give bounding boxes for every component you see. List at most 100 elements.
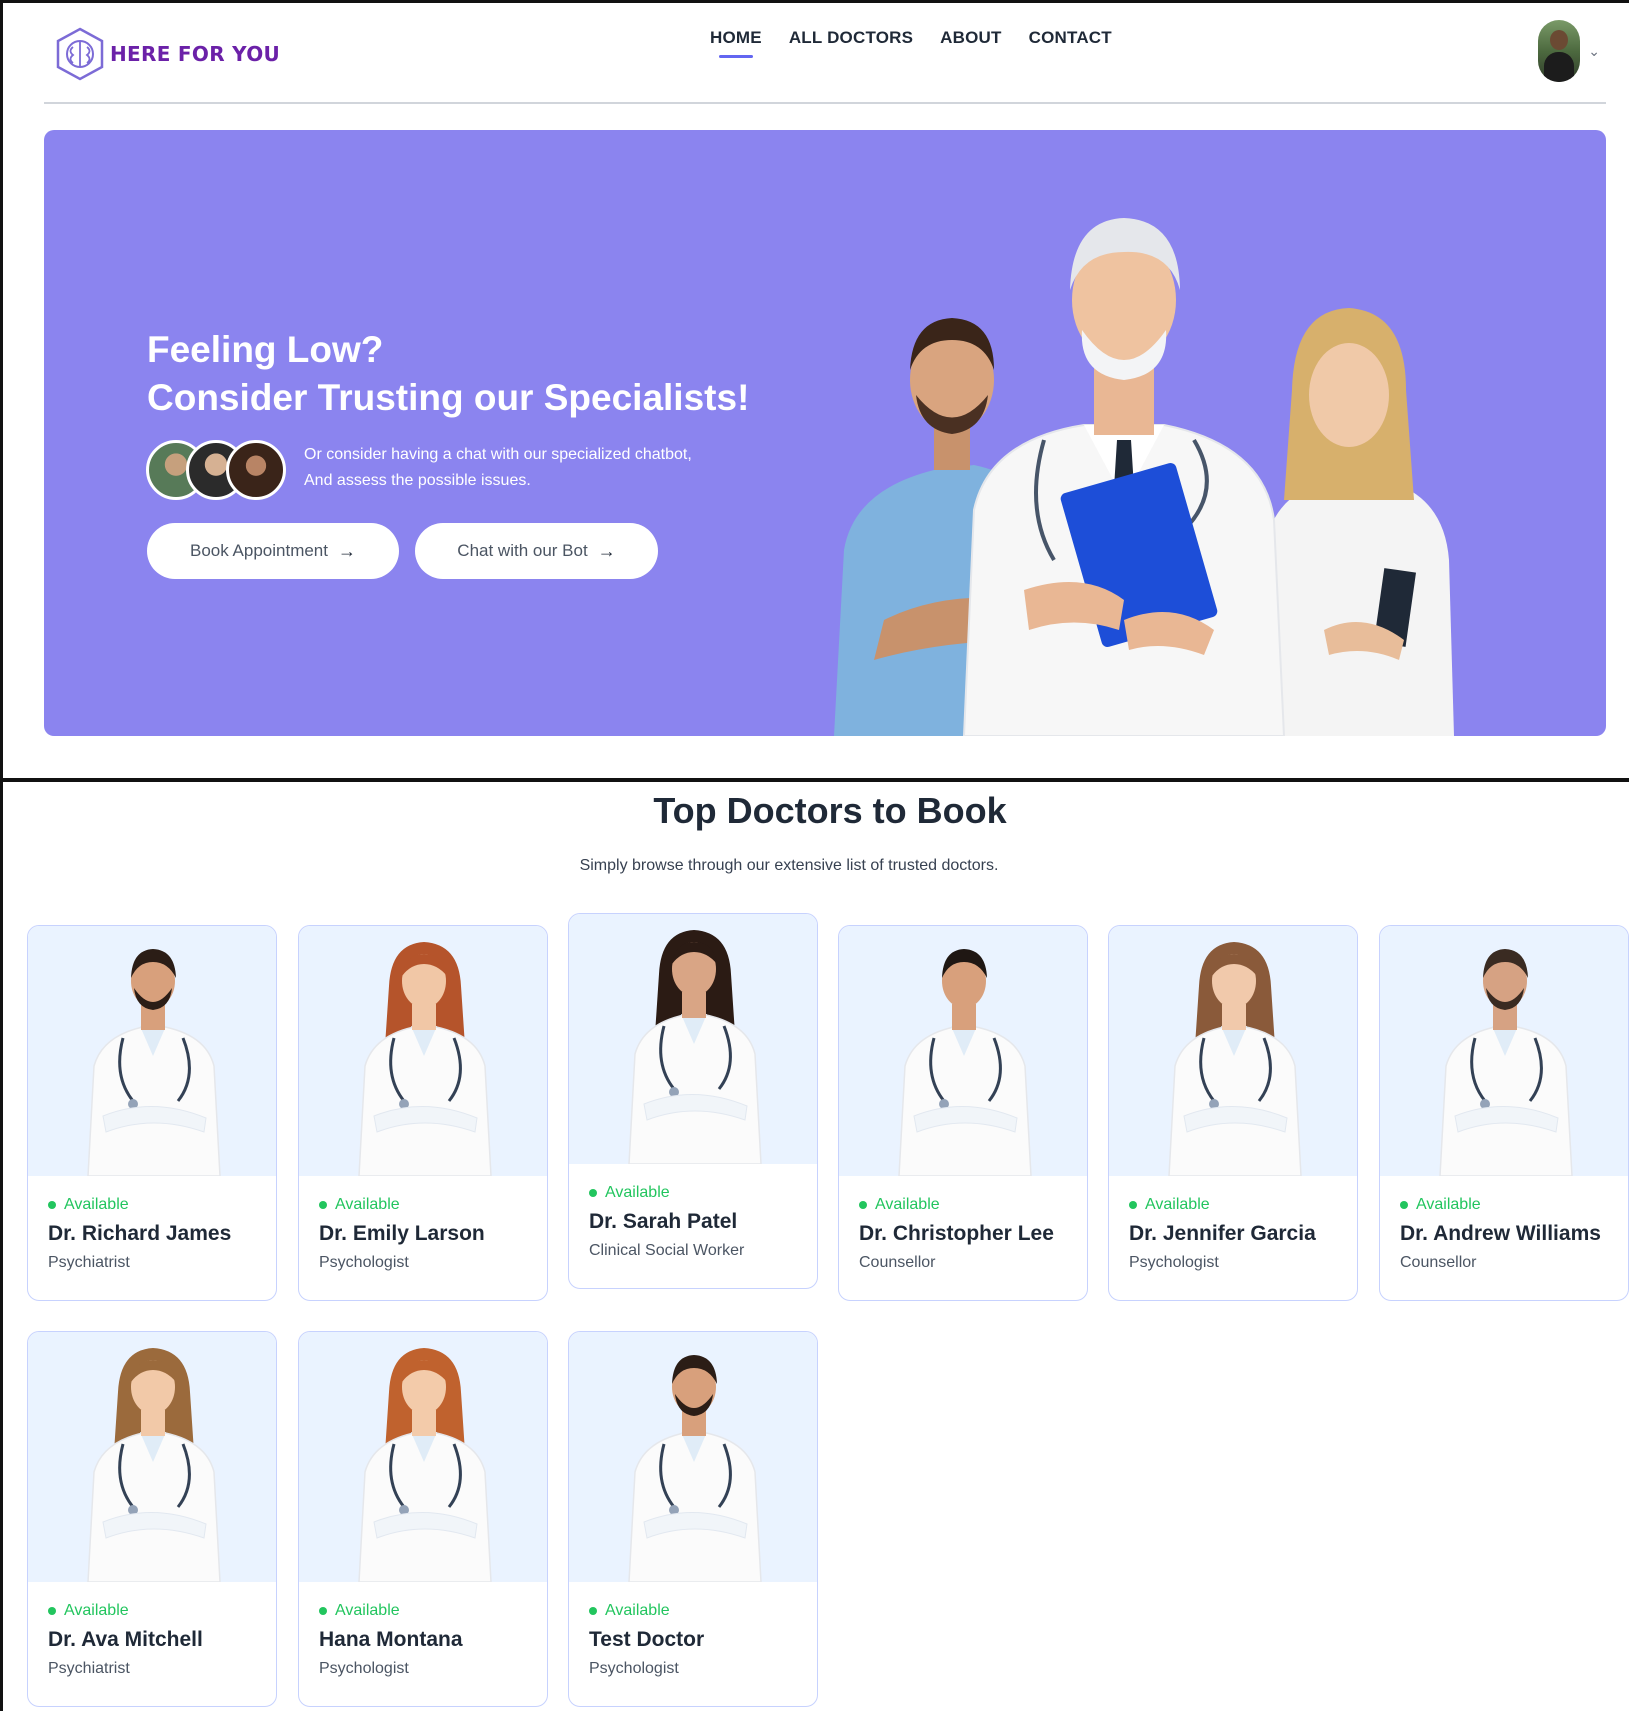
book-appointment-button[interactable]: Book Appointment → xyxy=(147,523,399,579)
nav-home[interactable]: HOME xyxy=(710,28,762,58)
doctor-card-body: Available Dr. Ava Mitchell Psychiatrist xyxy=(48,1602,266,1678)
hero-title: Feeling Low? Consider Trusting our Speci… xyxy=(147,326,749,422)
hero-subtitle-line1: Or consider having a chat with our speci… xyxy=(304,446,692,463)
availability-status: Available xyxy=(1129,1196,1347,1214)
availability-status: Available xyxy=(859,1196,1077,1214)
doctor-photo xyxy=(1380,926,1628,1176)
doctor-specialty: Psychologist xyxy=(1129,1254,1219,1271)
hero-doctor-right xyxy=(1254,308,1454,736)
main-nav: HOME ALL DOCTORS ABOUT CONTACT xyxy=(710,28,1112,58)
status-dot-icon xyxy=(1400,1201,1408,1209)
doctor-name: Test Doctor xyxy=(589,1628,705,1651)
availability-label: Available xyxy=(875,1196,940,1213)
doctor-card[interactable]: Available Dr. Christopher Lee Counsellor xyxy=(838,925,1088,1301)
chat-with-bot-button[interactable]: Chat with our Bot → xyxy=(415,523,658,579)
availability-label: Available xyxy=(335,1196,400,1213)
hero-subtitle-line2: And assess the possible issues. xyxy=(304,472,531,489)
doctor-specialty: Psychologist xyxy=(319,1660,409,1677)
chat-with-bot-label: Chat with our Bot xyxy=(457,541,588,560)
arrow-right-icon: → xyxy=(337,540,356,561)
doctor-specialty: Counsellor xyxy=(859,1254,936,1271)
doctor-card[interactable]: Available Dr. Ava Mitchell Psychiatrist xyxy=(27,1331,277,1707)
navbar: HERE FOR YOU HOME ALL DOCTORS ABOUT CONT… xyxy=(44,14,1606,104)
doctor-card[interactable]: Available Dr. Emily Larson Psychologist xyxy=(298,925,548,1301)
doctor-card-body: Available Dr. Emily Larson Psychologist xyxy=(319,1196,537,1272)
doctor-photo xyxy=(839,926,1087,1176)
doctor-name: Hana Montana xyxy=(319,1628,463,1651)
availability-label: Available xyxy=(64,1196,129,1213)
doctor-name: Dr. Andrew Williams xyxy=(1400,1222,1601,1245)
section-title: Top Doctors to Book xyxy=(653,790,1007,831)
status-dot-icon xyxy=(1129,1201,1137,1209)
doctor-name: Dr. Christopher Lee xyxy=(859,1222,1054,1245)
doctor-card-body: Available Dr. Christopher Lee Counsellor xyxy=(859,1196,1077,1272)
availability-label: Available xyxy=(335,1602,400,1619)
doctor-photo xyxy=(28,926,276,1176)
status-dot-icon xyxy=(319,1607,327,1615)
availability-label: Available xyxy=(605,1602,670,1619)
chevron-down-icon[interactable]: ⌄ xyxy=(1588,43,1600,60)
status-dot-icon xyxy=(319,1201,327,1209)
avatar xyxy=(226,440,286,500)
hero-doctors-illustration xyxy=(834,218,1454,736)
hero-subtitle: Or consider having a chat with our speci… xyxy=(304,442,692,494)
hero-doctor-center xyxy=(962,218,1286,736)
doctor-photo xyxy=(299,1332,547,1582)
doctor-card-body: Available Hana Montana Psychologist xyxy=(319,1602,537,1678)
doctor-card[interactable]: Available Test Doctor Psychologist xyxy=(568,1331,818,1707)
doctor-card-body: Available Dr. Jennifer Garcia Psychologist xyxy=(1129,1196,1347,1272)
status-dot-icon xyxy=(589,1189,597,1197)
nav-about[interactable]: ABOUT xyxy=(940,28,1001,58)
doctor-photo xyxy=(1109,926,1357,1176)
doctor-specialty: Counsellor xyxy=(1400,1254,1477,1271)
doctor-photo xyxy=(569,1332,817,1582)
brain-hexagon-icon xyxy=(56,27,104,81)
brand-logo[interactable]: HERE FOR YOU xyxy=(54,26,280,82)
hero-title-line1: Feeling Low? xyxy=(147,329,384,370)
doctor-specialty: Psychiatrist xyxy=(48,1254,130,1271)
doctor-specialty: Psychologist xyxy=(589,1660,679,1677)
profile-menu[interactable]: ⌄ xyxy=(1538,20,1600,82)
availability-status: Available xyxy=(1400,1196,1618,1214)
availability-label: Available xyxy=(64,1602,129,1619)
hero-banner: Feeling Low? Consider Trusting our Speci… xyxy=(44,130,1606,736)
doctor-specialty: Psychiatrist xyxy=(48,1660,130,1677)
availability-status: Available xyxy=(589,1602,807,1620)
availability-label: Available xyxy=(605,1184,670,1201)
doctor-card-body: Available Dr. Andrew Williams Counsellor xyxy=(1400,1196,1618,1272)
avatar[interactable] xyxy=(1538,20,1581,82)
hero-title-line2: Consider Trusting our Specialists! xyxy=(147,377,750,418)
nav-contact[interactable]: CONTACT xyxy=(1029,28,1112,58)
book-appointment-label: Book Appointment xyxy=(190,541,328,560)
doctor-name: Dr. Richard James xyxy=(48,1222,232,1245)
status-dot-icon xyxy=(859,1201,867,1209)
availability-label: Available xyxy=(1145,1196,1210,1213)
doctor-specialty: Psychologist xyxy=(319,1254,409,1271)
section-subtitle: Simply browse through our extensive list… xyxy=(579,857,999,874)
availability-status: Available xyxy=(319,1602,537,1620)
status-dot-icon xyxy=(48,1607,56,1615)
doctor-photo xyxy=(28,1332,276,1582)
doctor-card[interactable]: Available Dr. Richard James Psychiatrist xyxy=(27,925,277,1301)
doctor-card[interactable]: Available Dr. Jennifer Garcia Psychologist xyxy=(1108,925,1358,1301)
doctor-card-body: Available Dr. Richard James Psychiatrist xyxy=(48,1196,266,1272)
status-dot-icon xyxy=(48,1201,56,1209)
doctor-card-body: Available Dr. Sarah Patel Clinical Social … xyxy=(589,1184,807,1260)
availability-label: Available xyxy=(1416,1196,1481,1213)
doctor-card[interactable]: Available Dr. Andrew Williams Counsellor xyxy=(1379,925,1629,1301)
doctor-card[interactable]: Available Dr. Sarah Patel Clinical Social … xyxy=(568,913,818,1289)
doctor-name: Dr. Jennifer Garcia xyxy=(1129,1222,1316,1245)
doctor-card[interactable]: Available Hana Montana Psychologist xyxy=(298,1331,548,1707)
hero-avatar-group xyxy=(146,440,291,504)
brand-name: HERE FOR YOU xyxy=(110,42,281,66)
availability-status: Available xyxy=(48,1196,266,1214)
availability-status: Available xyxy=(589,1184,807,1202)
status-dot-icon xyxy=(589,1607,597,1615)
nav-all-doctors[interactable]: ALL DOCTORS xyxy=(789,28,913,58)
availability-status: Available xyxy=(48,1602,266,1620)
availability-status: Available xyxy=(319,1196,537,1214)
doctor-name: Dr. Ava Mitchell xyxy=(48,1628,203,1651)
doctor-specialty: Clinical Social Worker xyxy=(589,1242,745,1259)
doctor-name: Dr. Emily Larson xyxy=(319,1222,485,1245)
arrow-right-icon: → xyxy=(597,540,616,561)
